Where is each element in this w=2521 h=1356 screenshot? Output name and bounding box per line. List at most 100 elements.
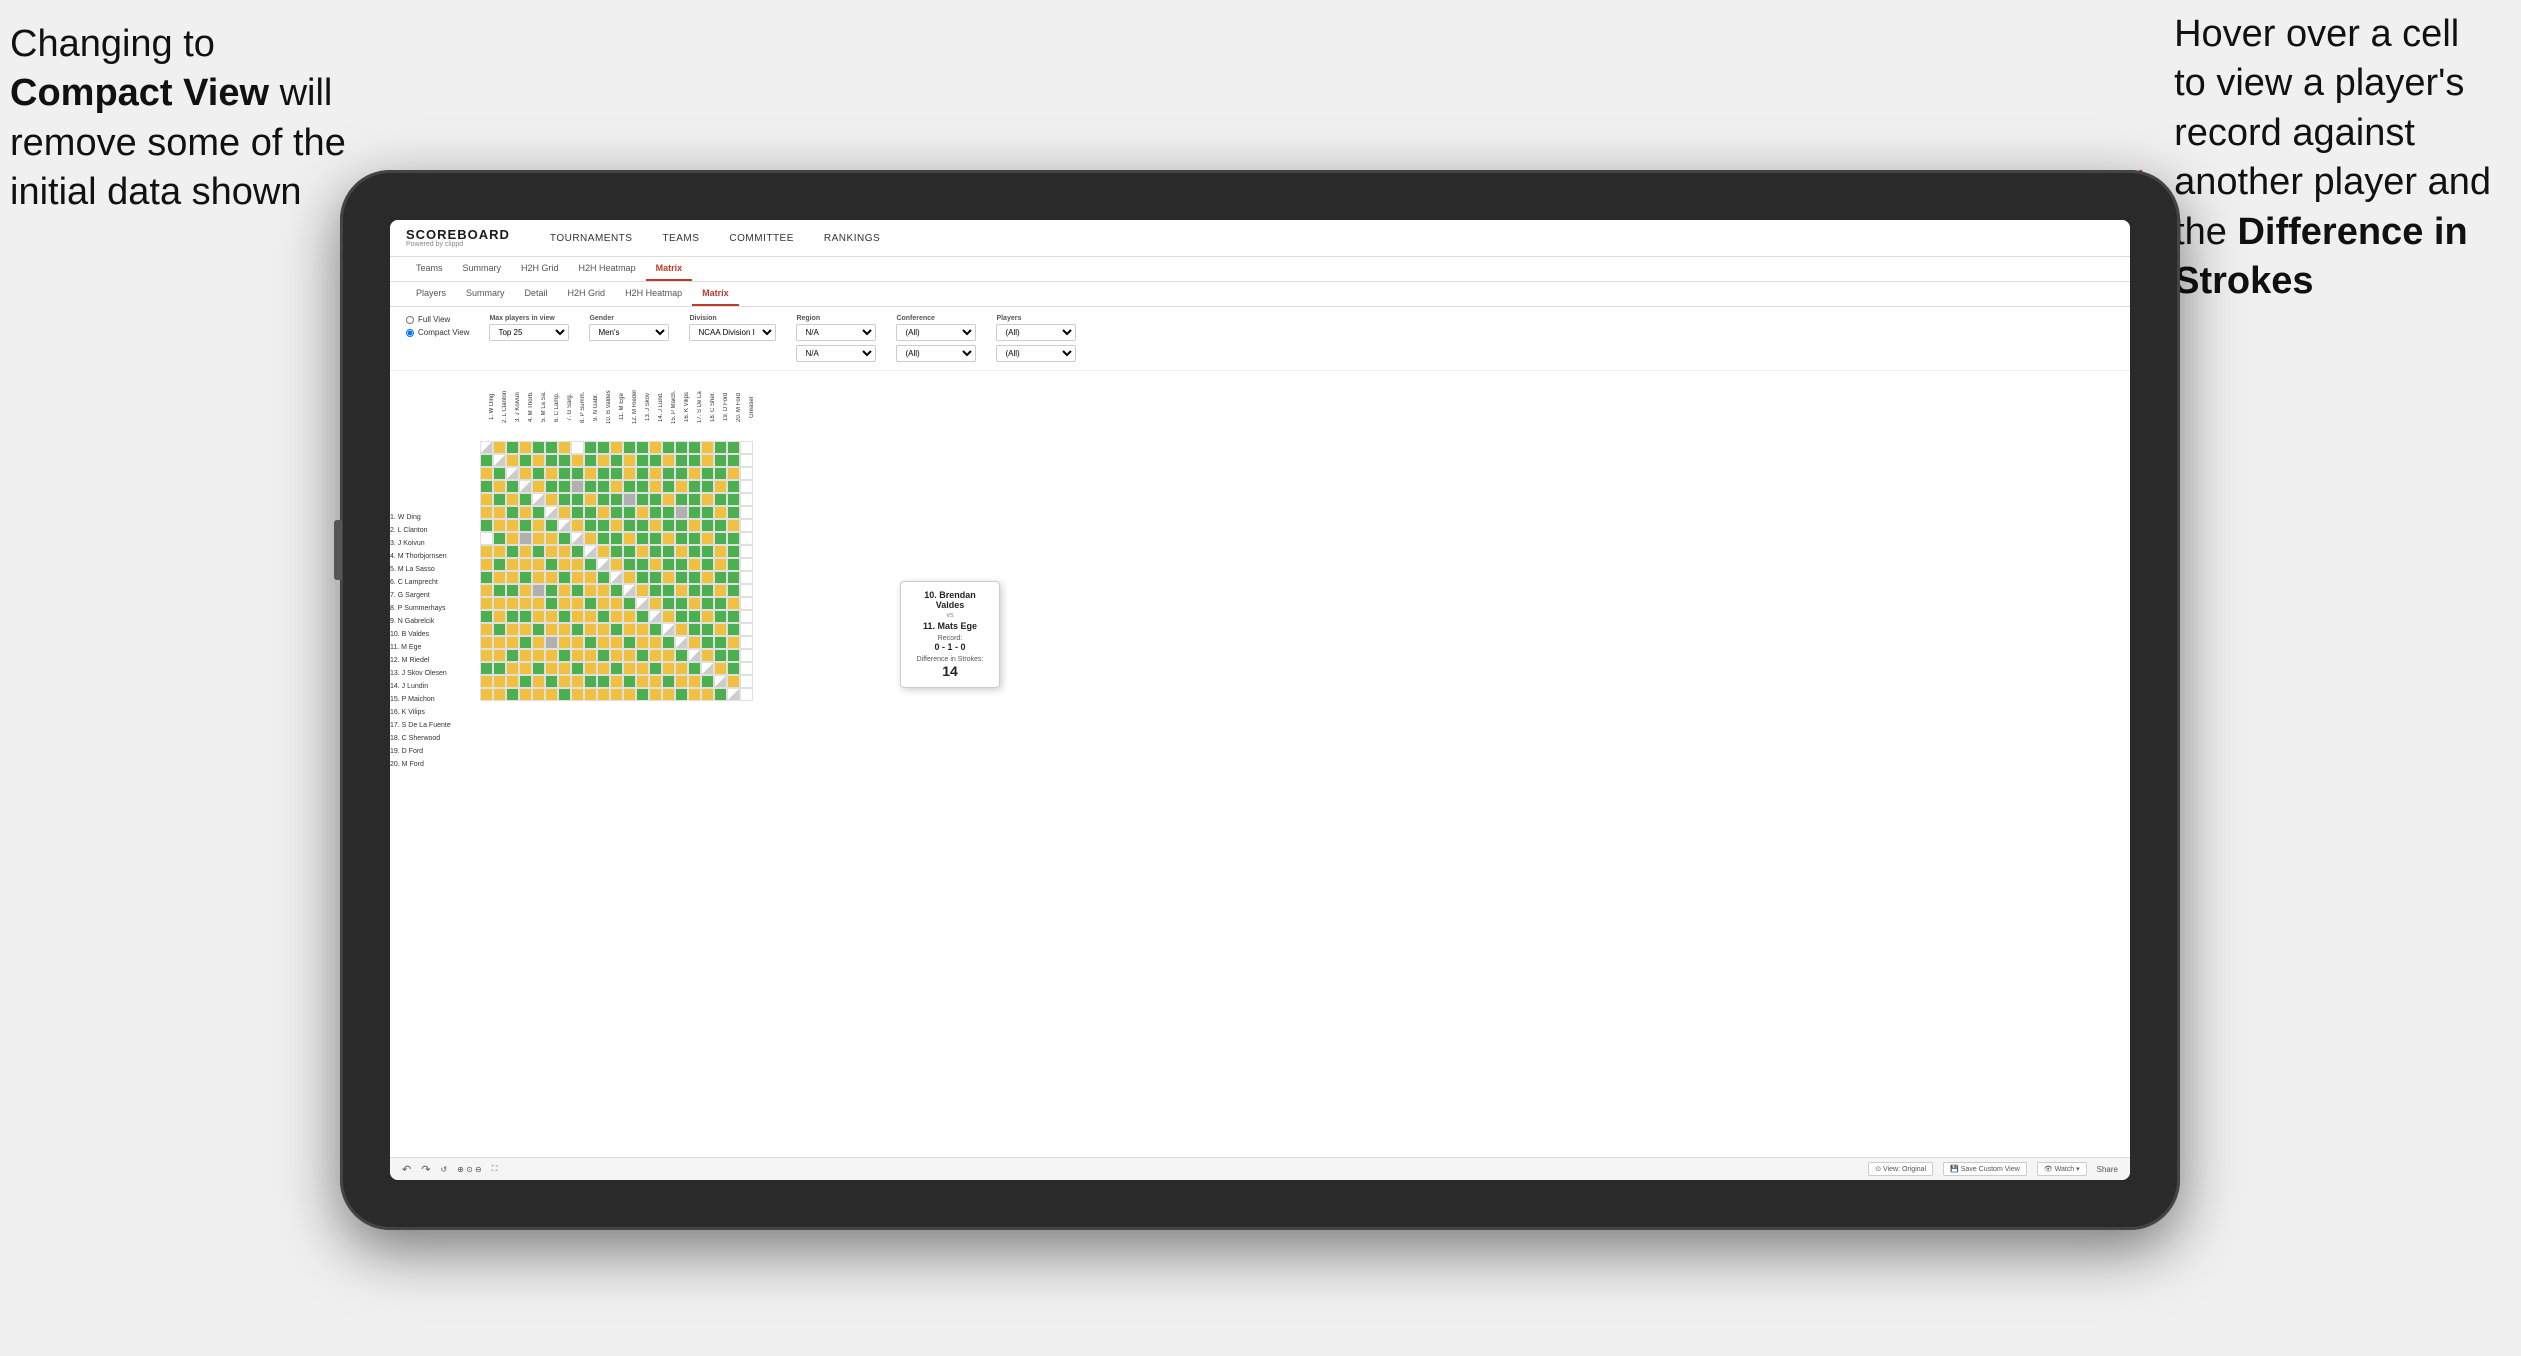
cell-7-1[interactable] (480, 519, 493, 532)
cell-3-13[interactable] (636, 467, 649, 480)
cell-19-12[interactable] (623, 675, 636, 688)
cell-2-9[interactable] (584, 454, 597, 467)
cell-10-21[interactable] (740, 558, 753, 571)
cell-15-4[interactable] (519, 623, 532, 636)
cell-20-5[interactable] (532, 688, 545, 701)
cell-16-1[interactable] (480, 636, 493, 649)
cell-5-2[interactable] (493, 493, 506, 506)
cell-15-11[interactable] (610, 623, 623, 636)
cell-2-12[interactable] (623, 454, 636, 467)
cell-1-17[interactable] (688, 441, 701, 454)
cell-4-15[interactable] (662, 480, 675, 493)
cell-14-14[interactable] (649, 610, 662, 623)
cell-8-5[interactable] (532, 532, 545, 545)
cell-13-10[interactable] (597, 597, 610, 610)
cell-3-2[interactable] (493, 467, 506, 480)
cell-9-14[interactable] (649, 545, 662, 558)
cell-15-8[interactable] (571, 623, 584, 636)
cell-7-15[interactable] (662, 519, 675, 532)
cell-19-10[interactable] (597, 675, 610, 688)
share-button[interactable]: Share (2097, 1165, 2118, 1174)
cell-15-19[interactable] (714, 623, 727, 636)
cell-18-16[interactable] (675, 662, 688, 675)
division-select[interactable]: NCAA Division I (689, 324, 776, 341)
cell-10-16[interactable] (675, 558, 688, 571)
cell-20-9[interactable] (584, 688, 597, 701)
cell-6-18[interactable] (701, 506, 714, 519)
cell-1-10[interactable] (597, 441, 610, 454)
fit-button[interactable]: ⛶ (492, 1164, 498, 1174)
cell-6-1[interactable] (480, 506, 493, 519)
cell-16-11[interactable] (610, 636, 623, 649)
cell-1-19[interactable] (714, 441, 727, 454)
tab-summary-inner[interactable]: Summary (456, 282, 515, 306)
cell-4-19[interactable] (714, 480, 727, 493)
tab-matrix[interactable]: Matrix (646, 257, 693, 281)
cell-7-12[interactable] (623, 519, 636, 532)
cell-5-19[interactable] (714, 493, 727, 506)
cell-13-6[interactable] (545, 597, 558, 610)
cell-16-18[interactable] (701, 636, 714, 649)
cell-19-2[interactable] (493, 675, 506, 688)
cell-16-10[interactable] (597, 636, 610, 649)
cell-20-17[interactable] (688, 688, 701, 701)
cell-1-21[interactable] (740, 441, 753, 454)
cell-10-11[interactable] (610, 558, 623, 571)
compact-view-option[interactable]: Compact View (406, 328, 469, 337)
cell-14-2[interactable] (493, 610, 506, 623)
cell-8-13[interactable] (636, 532, 649, 545)
cell-18-2[interactable] (493, 662, 506, 675)
cell-12-2[interactable] (493, 584, 506, 597)
cell-16-3[interactable] (506, 636, 519, 649)
cell-8-15[interactable] (662, 532, 675, 545)
cell-1-6[interactable] (545, 441, 558, 454)
cell-5-3[interactable] (506, 493, 519, 506)
cell-11-9[interactable] (584, 571, 597, 584)
cell-12-16[interactable] (675, 584, 688, 597)
cell-10-14[interactable] (649, 558, 662, 571)
cell-19-4[interactable] (519, 675, 532, 688)
cell-12-20[interactable] (727, 584, 740, 597)
cell-14-12[interactable] (623, 610, 636, 623)
cell-19-11[interactable] (610, 675, 623, 688)
cell-10-7[interactable] (558, 558, 571, 571)
cell-3-14[interactable] (649, 467, 662, 480)
tab-players[interactable]: Players (406, 282, 456, 306)
cell-3-21[interactable] (740, 467, 753, 480)
cell-11-11[interactable] (610, 571, 623, 584)
cell-11-3[interactable] (506, 571, 519, 584)
cell-18-20[interactable] (727, 662, 740, 675)
tab-detail[interactable]: Detail (515, 282, 558, 306)
cell-10-19[interactable] (714, 558, 727, 571)
cell-16-14[interactable] (649, 636, 662, 649)
cell-3-8[interactable] (571, 467, 584, 480)
cell-7-11[interactable] (610, 519, 623, 532)
cell-4-13[interactable] (636, 480, 649, 493)
cell-8-1[interactable] (480, 532, 493, 545)
cell-17-5[interactable] (532, 649, 545, 662)
cell-16-4[interactable] (519, 636, 532, 649)
cell-2-6[interactable] (545, 454, 558, 467)
cell-2-8[interactable] (571, 454, 584, 467)
cell-13-16[interactable] (675, 597, 688, 610)
cell-1-5[interactable] (532, 441, 545, 454)
cell-1-12[interactable] (623, 441, 636, 454)
cell-2-16[interactable] (675, 454, 688, 467)
cell-14-7[interactable] (558, 610, 571, 623)
cell-2-18[interactable] (701, 454, 714, 467)
cell-6-17[interactable] (688, 506, 701, 519)
cell-3-17[interactable] (688, 467, 701, 480)
cell-8-20[interactable] (727, 532, 740, 545)
tab-matrix-inner[interactable]: Matrix (692, 282, 739, 306)
cell-1-8[interactable] (571, 441, 584, 454)
cell-11-19[interactable] (714, 571, 727, 584)
cell-20-7[interactable] (558, 688, 571, 701)
cell-7-9[interactable] (584, 519, 597, 532)
cell-17-10[interactable] (597, 649, 610, 662)
cell-16-12[interactable] (623, 636, 636, 649)
cell-18-10[interactable] (597, 662, 610, 675)
cell-17-21[interactable] (740, 649, 753, 662)
cell-8-17[interactable] (688, 532, 701, 545)
cell-6-20[interactable] (727, 506, 740, 519)
cell-1-2[interactable] (493, 441, 506, 454)
